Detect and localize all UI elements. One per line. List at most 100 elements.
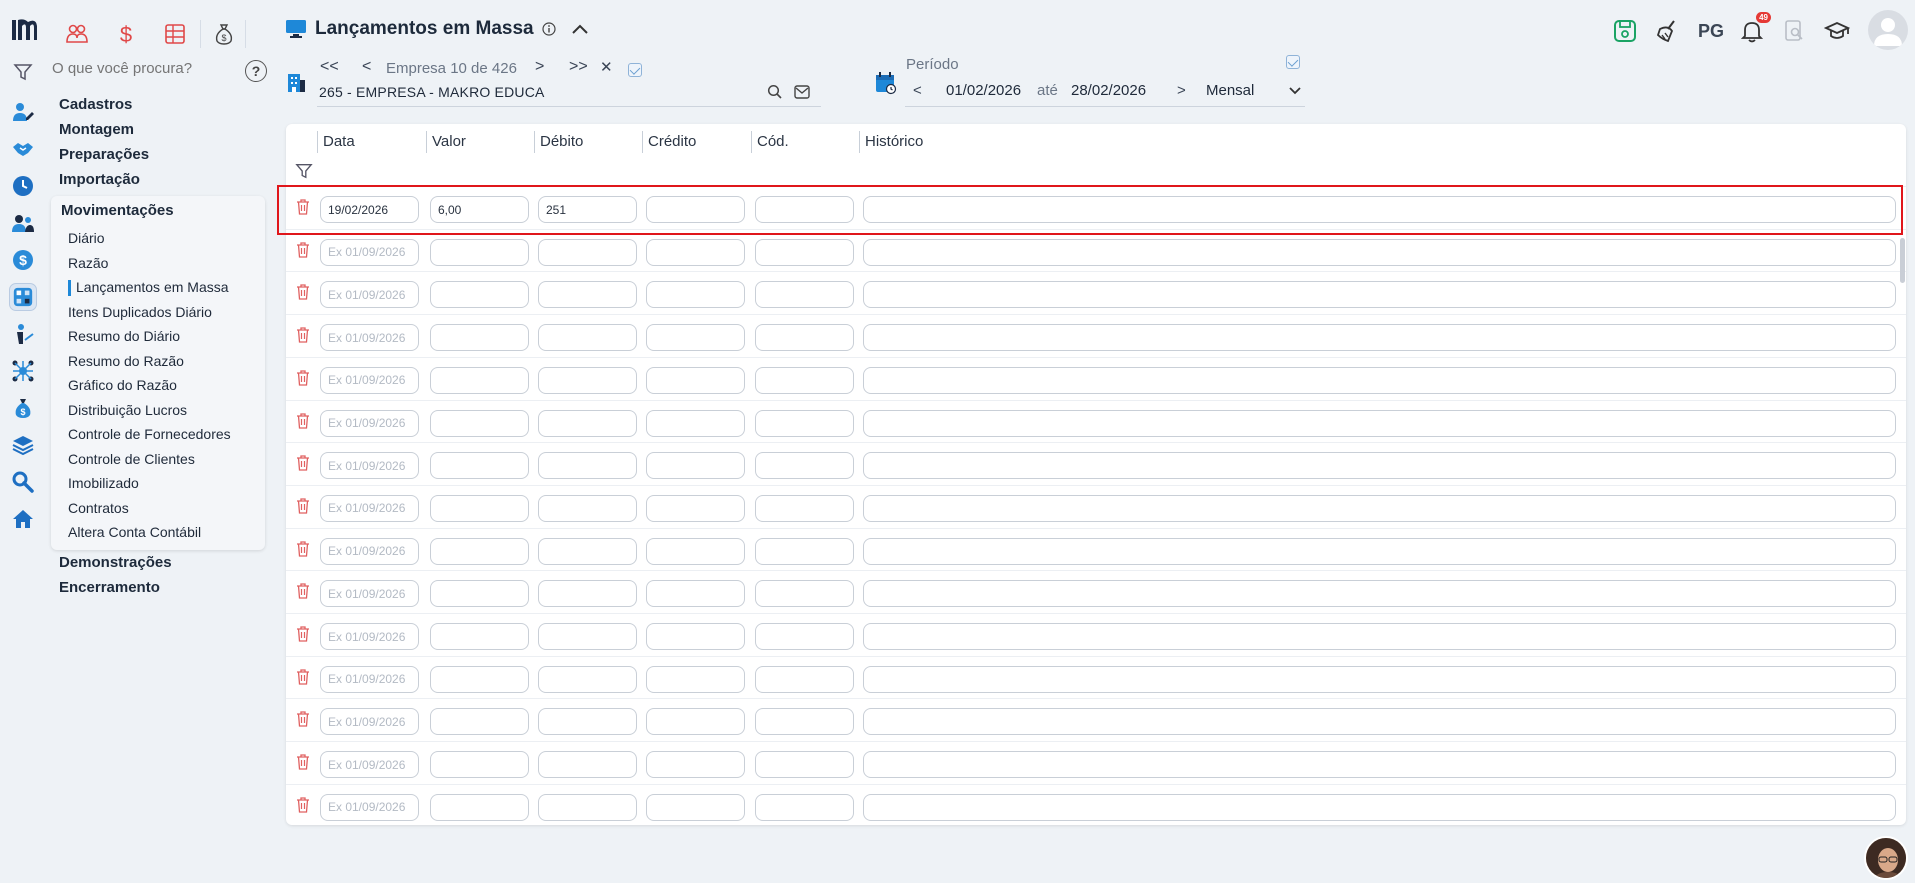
column-header-data[interactable]: Data: [317, 131, 355, 153]
cell-credito[interactable]: [646, 537, 745, 565]
cell-historico[interactable]: [863, 409, 1896, 437]
menu-section-montagem[interactable]: Montagem: [59, 121, 134, 138]
cell-cod[interactable]: [755, 409, 854, 437]
user-avatar[interactable]: [1868, 10, 1908, 50]
assistant-avatar[interactable]: [1864, 836, 1908, 880]
cell-cod[interactable]: [755, 751, 854, 779]
cell-historico[interactable]: [863, 537, 1896, 565]
help-icon[interactable]: ?: [245, 60, 267, 82]
submenu-item-controle-de-clientes[interactable]: Controle de Clientes: [68, 451, 195, 467]
calculator-icon[interactable]: [9, 283, 37, 311]
cell-historico[interactable]: [863, 196, 1896, 223]
cell-cod[interactable]: [755, 708, 854, 736]
cell-historico[interactable]: [863, 366, 1896, 394]
cell-data[interactable]: [320, 665, 419, 693]
menu-section-preparacoes[interactable]: Preparações: [59, 146, 149, 163]
cell-historico[interactable]: [863, 708, 1896, 736]
cell-cod[interactable]: [755, 196, 854, 223]
submenu-item-controle-de-fornecedores[interactable]: Controle de Fornecedores: [68, 426, 231, 442]
chevron-down-icon[interactable]: [1288, 86, 1302, 96]
column-header-valor[interactable]: Valor: [426, 131, 466, 153]
dollar-circle-icon[interactable]: $: [9, 246, 37, 274]
submenu-item-altera-conta-contabil[interactable]: Altera Conta Contábil: [68, 524, 201, 540]
delete-icon[interactable]: [296, 540, 310, 557]
layers-icon[interactable]: [9, 431, 37, 459]
column-header-cod[interactable]: Cód.: [751, 131, 789, 153]
cell-valor[interactable]: [430, 708, 529, 736]
cell-valor[interactable]: [430, 623, 529, 650]
cell-historico[interactable]: [863, 324, 1896, 352]
cell-credito[interactable]: [646, 623, 745, 650]
user-initials[interactable]: PG: [1693, 14, 1729, 48]
cell-valor[interactable]: [430, 751, 529, 779]
cell-debito[interactable]: [538, 366, 637, 394]
spreadsheet-icon[interactable]: [159, 18, 191, 50]
search-icon[interactable]: [767, 84, 783, 100]
submenu-item-diario[interactable]: Diário: [68, 230, 105, 246]
submenu-item-resumo-do-razao[interactable]: Resumo do Razão: [68, 353, 184, 369]
cell-data[interactable]: [320, 708, 419, 736]
submenu-item-resumo-do-diario[interactable]: Resumo do Diário: [68, 328, 180, 344]
mail-icon[interactable]: [794, 85, 810, 99]
column-header-credito[interactable]: Crédito: [642, 131, 696, 153]
menu-search-input[interactable]: [52, 60, 222, 77]
cell-debito[interactable]: [538, 623, 637, 650]
cell-historico[interactable]: [863, 623, 1896, 650]
delete-icon[interactable]: [296, 284, 310, 301]
cell-debito[interactable]: [538, 281, 637, 309]
cell-valor[interactable]: [430, 238, 529, 266]
users-icon[interactable]: [9, 209, 37, 237]
delete-icon[interactable]: [296, 583, 310, 599]
submenu-item-distribuicao-lucros[interactable]: Distribuição Lucros: [68, 402, 187, 418]
menu-section-movimentacoes[interactable]: Movimentações: [61, 202, 174, 219]
cell-historico[interactable]: [863, 238, 1896, 266]
cell-credito[interactable]: [646, 665, 745, 693]
cell-valor[interactable]: [430, 580, 529, 608]
clear-company-button[interactable]: ✕: [600, 58, 613, 76]
home-icon[interactable]: [9, 505, 37, 533]
submenu-item-imobilizado[interactable]: Imobilizado: [68, 475, 139, 491]
cell-data[interactable]: [320, 623, 419, 650]
cell-credito[interactable]: [646, 238, 745, 266]
cell-credito[interactable]: [646, 366, 745, 394]
cell-data[interactable]: [320, 537, 419, 565]
cell-historico[interactable]: [863, 580, 1896, 608]
handshake-icon[interactable]: [9, 135, 37, 163]
cell-valor[interactable]: [430, 452, 529, 480]
cell-historico[interactable]: [863, 751, 1896, 779]
cell-cod[interactable]: [755, 281, 854, 309]
cell-valor[interactable]: [430, 281, 529, 309]
cell-credito[interactable]: [646, 409, 745, 437]
cell-credito[interactable]: [646, 580, 745, 608]
prev-period-button[interactable]: <: [913, 82, 922, 99]
cell-valor[interactable]: [430, 494, 529, 522]
next-company-button[interactable]: >: [535, 58, 544, 76]
cell-debito[interactable]: [538, 452, 637, 480]
cell-credito[interactable]: [646, 452, 745, 480]
period-end[interactable]: 28/02/2026: [1071, 82, 1146, 99]
money-bag-icon[interactable]: $: [9, 394, 37, 422]
cell-credito[interactable]: [646, 751, 745, 779]
cell-data[interactable]: [320, 366, 419, 394]
cell-valor[interactable]: [430, 196, 529, 223]
period-checkbox[interactable]: [1286, 55, 1300, 69]
graduation-cap-icon[interactable]: [1820, 14, 1854, 48]
cell-valor[interactable]: [430, 793, 529, 821]
company-name[interactable]: 265 - EMPRESA - MAKRO EDUCA: [319, 84, 545, 100]
cell-debito[interactable]: [538, 324, 637, 352]
cell-historico[interactable]: [863, 665, 1896, 693]
cell-cod[interactable]: [755, 537, 854, 565]
notifications-icon[interactable]: 49: [1737, 12, 1771, 48]
delete-icon[interactable]: [296, 669, 310, 685]
filter-icon[interactable]: [13, 62, 33, 82]
cell-credito[interactable]: [646, 793, 745, 821]
people-icon[interactable]: [61, 18, 93, 50]
prev-company-button[interactable]: <: [362, 58, 371, 76]
cell-data[interactable]: [320, 281, 419, 309]
first-company-button[interactable]: <<: [320, 58, 339, 76]
cell-debito[interactable]: [538, 537, 637, 565]
cell-data[interactable]: [320, 452, 419, 480]
delete-icon[interactable]: [296, 370, 310, 386]
cell-debito[interactable]: [538, 708, 637, 736]
hand-coin-icon[interactable]: [9, 320, 37, 348]
